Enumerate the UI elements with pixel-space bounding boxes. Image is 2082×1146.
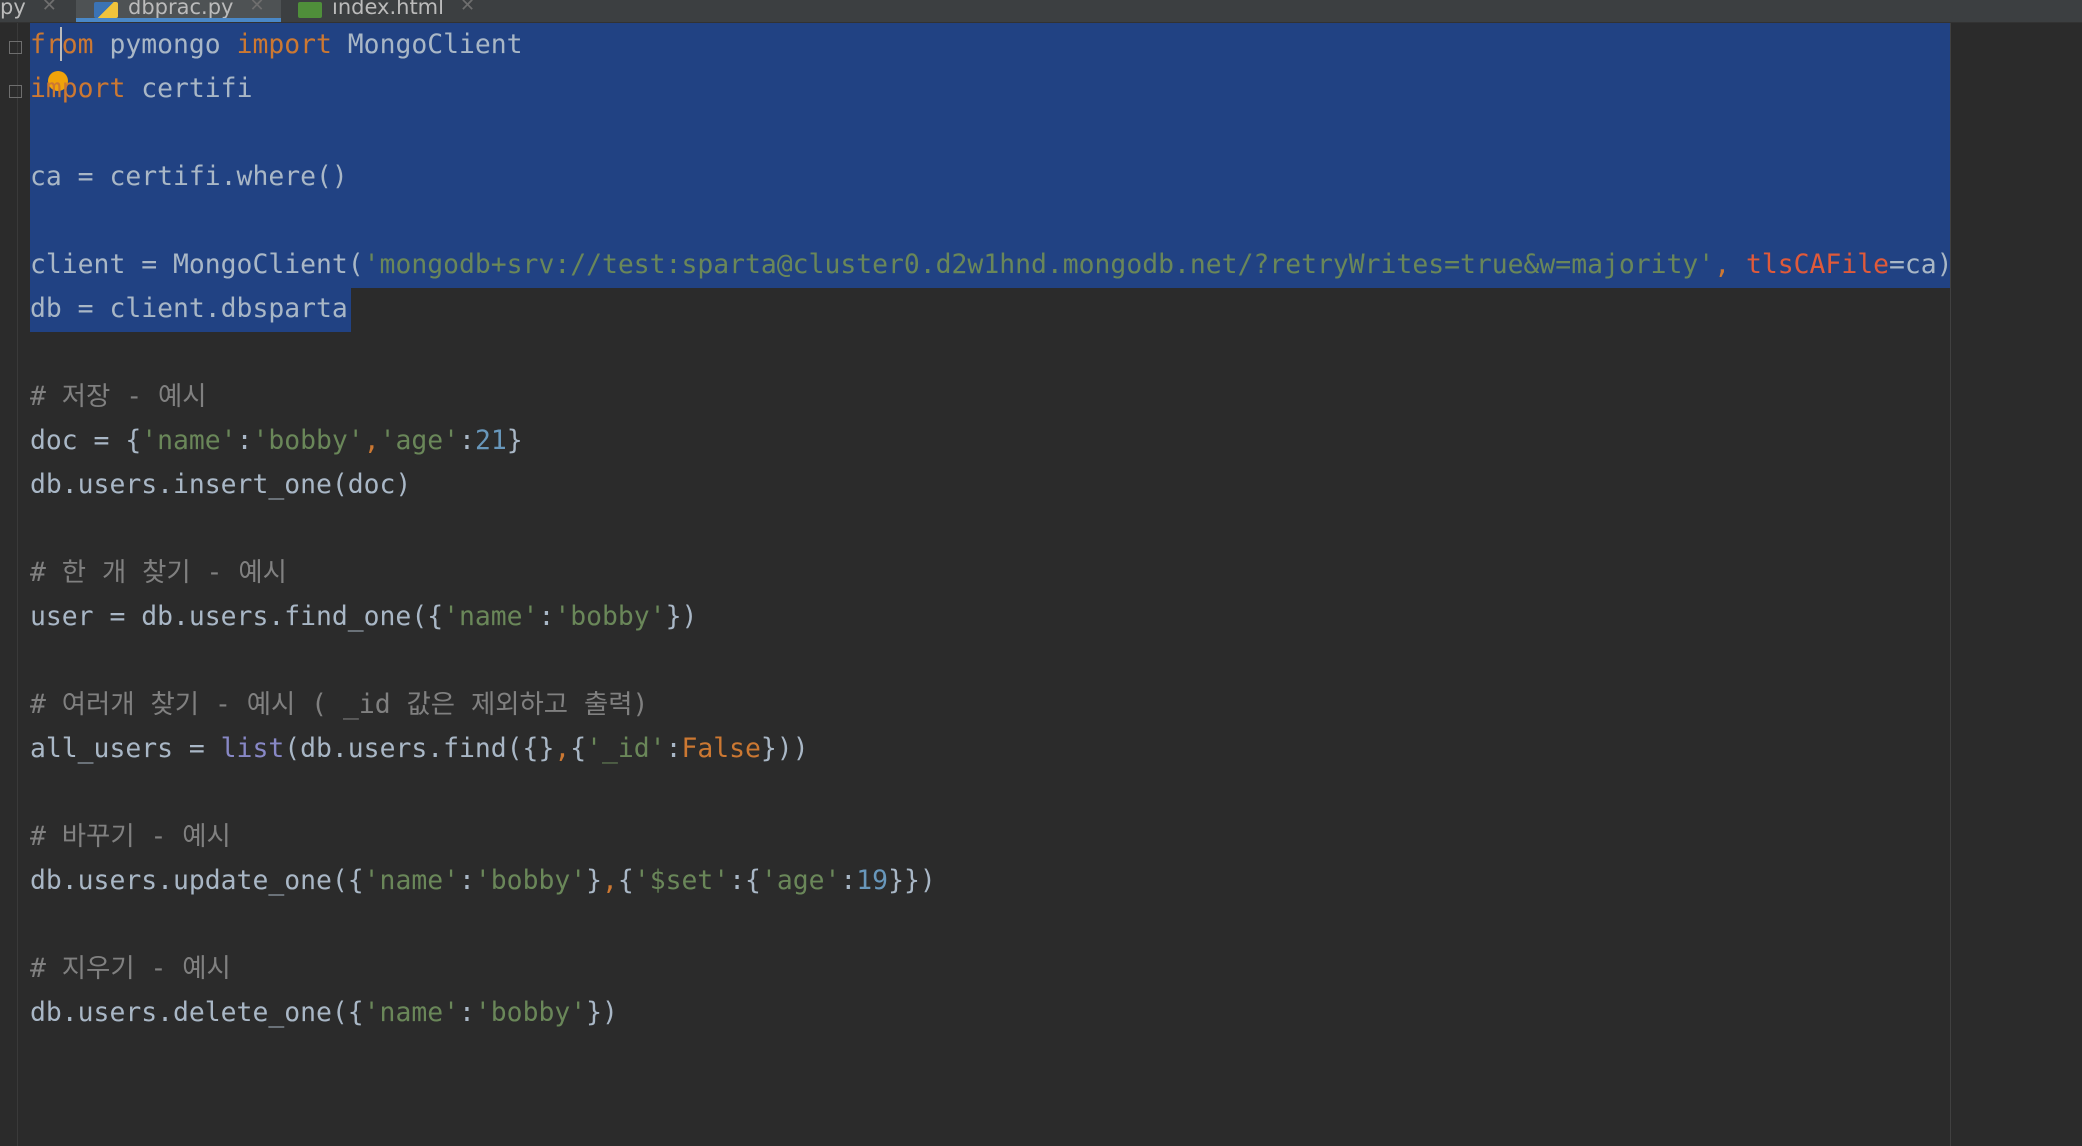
code-line-14: user = db.users.find_one({'name':'bobby'…	[30, 595, 697, 639]
punctuation: :	[538, 601, 555, 632]
code-comment: # 한 개 찾기 - 예시	[30, 557, 287, 588]
code-text: db.users.update_one({	[30, 865, 364, 896]
code-text: {	[617, 865, 634, 896]
tab-index-html[interactable]: index.html ✕	[298, 0, 498, 22]
string-literal: 'mongodb+srv://test:sparta@cluster0.d2w1…	[363, 249, 1715, 280]
string-literal: 'bobby'	[474, 865, 587, 896]
tab-label: index.html	[332, 0, 444, 19]
code-line-7: db = client.dbsparta	[30, 287, 348, 331]
number-literal: 19	[856, 865, 889, 896]
code-text: })	[586, 997, 618, 1028]
code-editor[interactable]: from pymongo import MongoClient import c…	[0, 23, 2082, 1146]
string-literal: 'name'	[363, 865, 460, 896]
code-text: ca = certifi.where()	[30, 161, 348, 192]
identifier: certifi	[125, 73, 253, 104]
punctuation: :	[459, 865, 475, 896]
string-literal: 'bobby'	[474, 997, 587, 1028]
code-line-23: db.users.delete_one({'name':'bobby'})	[30, 991, 618, 1035]
punctuation: :	[236, 425, 253, 456]
code-text: db.users.insert_one(doc)	[30, 469, 412, 500]
string-literal: 'age'	[379, 425, 460, 456]
module-name: pymongo	[93, 29, 237, 60]
code-line-11: db.users.insert_one(doc)	[30, 463, 411, 507]
close-icon[interactable]: ✕	[249, 0, 264, 17]
punctuation: ,	[554, 733, 571, 764]
code-text: db.users.delete_one({	[30, 997, 364, 1028]
keyword: False	[681, 733, 761, 764]
keyword: import	[236, 29, 332, 60]
identifier: MongoClient	[331, 29, 523, 60]
ide-window: py ✕ dbprac.py ✕ index.html ✕ from pymon…	[0, 0, 2082, 1146]
code-text: {	[570, 733, 587, 764]
fold-icon[interactable]	[9, 85, 22, 98]
string-literal: 'age'	[760, 865, 841, 896]
close-icon[interactable]: ✕	[460, 0, 475, 17]
string-literal: 'bobby'	[252, 425, 364, 456]
number-literal: 21	[474, 425, 507, 456]
code-comment: # 저장 - 예시	[30, 381, 207, 412]
string-literal: 'bobby'	[554, 601, 666, 632]
code-text: }})	[888, 865, 936, 896]
code-line-17: all_users = list(db.users.find({},{'_id'…	[30, 727, 809, 771]
code-line-1: from pymongo import MongoClient	[30, 23, 523, 67]
string-literal: 'name'	[363, 997, 460, 1028]
code-text: }	[506, 425, 523, 456]
code-text: })	[665, 601, 698, 632]
string-literal: '_id'	[586, 733, 666, 764]
code-line-10: doc = {'name':'bobby','age':21}	[30, 419, 523, 463]
code-text: {	[745, 865, 761, 896]
tab-dbprac[interactable]: dbprac.py ✕	[76, 0, 281, 22]
close-icon[interactable]: ✕	[42, 0, 57, 17]
code-text: }	[586, 865, 603, 896]
code-comment: # 여러개 찾기 - 예시 ( _id 값은 제외하고 출력)	[30, 689, 649, 720]
code-text: doc = {	[30, 425, 142, 456]
punctuation: :	[665, 733, 682, 764]
code-text: =ca)	[1888, 249, 1953, 280]
punctuation: :	[459, 425, 475, 456]
code-text: user = db.users.find_one({	[30, 601, 444, 632]
code-comment: # 바꾸기 - 예시	[30, 821, 231, 852]
code-text: all_users =	[30, 733, 221, 764]
builtin-function: list	[220, 733, 285, 764]
string-literal: '$set'	[633, 865, 730, 896]
tab-label: dbprac.py	[128, 0, 234, 19]
punctuation: :	[459, 997, 475, 1028]
code-line-2: import certifi	[30, 67, 252, 111]
code-line-6: client = MongoClient('mongodb+srv://test…	[30, 243, 1953, 287]
code-text: (db.users.find({}	[284, 733, 555, 764]
gutter-divider	[17, 23, 18, 1146]
code-text: client = MongoClient(	[30, 249, 364, 280]
code-line-20: db.users.update_one({'name':'bobby'},{'$…	[30, 859, 936, 903]
editor-tab-bar: py ✕ dbprac.py ✕ index.html ✕	[0, 0, 2082, 23]
tab-label: py	[0, 0, 26, 19]
code-line-4: ca = certifi.where()	[30, 155, 348, 199]
code-text: db = client.dbsparta	[30, 293, 348, 324]
code-comment: # 지우기 - 예시	[30, 953, 231, 984]
tab-py[interactable]: py ✕	[0, 0, 72, 22]
punctuation: :	[840, 865, 857, 896]
text-caret	[60, 27, 62, 61]
right-margin-guide	[1950, 23, 1951, 1146]
punctuation: :	[729, 865, 746, 896]
python-file-icon	[94, 2, 118, 18]
punctuation: ,	[602, 865, 618, 896]
separator: ,	[1714, 249, 1746, 280]
keyword-argument: tlsCAFile	[1745, 249, 1889, 280]
fold-icon[interactable]	[9, 41, 22, 54]
code-text: }))	[760, 733, 809, 764]
string-literal: 'name'	[443, 601, 539, 632]
html-file-icon	[298, 2, 322, 18]
string-literal: 'name'	[141, 425, 237, 456]
punctuation: ,	[363, 425, 380, 456]
keyword: import	[30, 73, 126, 104]
